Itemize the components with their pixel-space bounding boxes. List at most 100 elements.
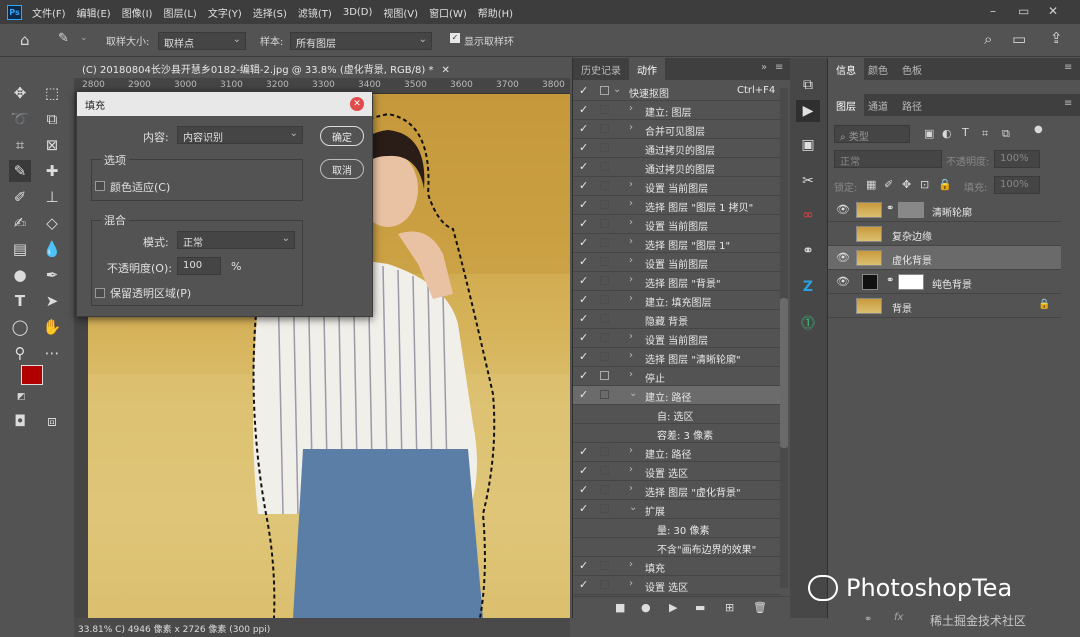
marquee-tool-icon[interactable]: ⬚	[41, 82, 63, 104]
check-icon[interactable]: ✓	[579, 84, 588, 97]
dialog-toggle-icon[interactable]	[600, 333, 609, 342]
frame-tool-icon[interactable]: ⊠	[41, 134, 63, 156]
action-row[interactable]: ✓ › 设置 当前图层	[573, 215, 781, 234]
delete-icon[interactable]: 🗑	[753, 601, 767, 614]
expand-icon[interactable]: ›	[629, 293, 633, 304]
menu-filter[interactable]: 滤镜(T)	[298, 5, 332, 20]
opacity-input[interactable]: 100%	[994, 150, 1040, 168]
action-row[interactable]: ✓ › 选择 图层 "图层 1"	[573, 234, 781, 253]
dialog-toggle-icon[interactable]	[600, 181, 609, 190]
action-row[interactable]: ✓ 通过拷贝的图层	[573, 158, 781, 177]
action-row[interactable]: ✓ › 设置 当前图层	[573, 177, 781, 196]
actions-play-icon[interactable]: ▶	[796, 100, 820, 122]
check-icon[interactable]: ✓	[579, 179, 588, 192]
action-row[interactable]: 不含"画布边界的效果"	[573, 538, 781, 557]
layer-row[interactable]: 👁 虚化背景	[828, 246, 1061, 270]
action-row[interactable]: ✓ › 建立: 填充图层	[573, 291, 781, 310]
expand-icon[interactable]: ›	[629, 274, 633, 285]
dialog-close-icon[interactable]: ✕	[350, 97, 364, 111]
tab-color[interactable]: 颜色	[868, 62, 888, 77]
dialog-toggle-icon[interactable]	[600, 276, 609, 285]
link-plugin-icon[interactable]: ⚭	[796, 240, 820, 262]
dialog-toggle-icon[interactable]	[600, 143, 609, 152]
check-icon[interactable]: ✓	[579, 559, 588, 572]
lasso-tool-icon[interactable]: ➰	[9, 108, 31, 130]
check-icon[interactable]: ✓	[579, 141, 588, 154]
mask-link-icon[interactable]: ⚭	[886, 275, 894, 286]
path-select-icon[interactable]: ➤	[41, 290, 63, 312]
gradient-tool-icon[interactable]: ▤	[9, 238, 31, 260]
dialog-toggle-icon[interactable]	[600, 580, 609, 589]
expand-icon[interactable]: ›	[629, 464, 633, 475]
menu-edit[interactable]: 编辑(E)	[77, 5, 111, 20]
lock-transparent-icon[interactable]: ▦	[866, 178, 876, 191]
action-row[interactable]: ✓ ⌄ 扩展	[573, 500, 781, 519]
check-icon[interactable]: ✓	[579, 198, 588, 211]
check-icon[interactable]: ✓	[579, 274, 588, 287]
layer-mask-thumbnail[interactable]	[898, 202, 924, 218]
healing-brush-icon[interactable]: ✚	[41, 160, 63, 182]
action-row[interactable]: ✓ › 停止	[573, 367, 781, 386]
menu-layer[interactable]: 图层(L)	[163, 5, 196, 20]
tool-preset-chevron-icon[interactable]: ⌄	[80, 33, 88, 43]
expand-icon[interactable]: ›	[629, 369, 633, 380]
check-icon[interactable]: ✓	[579, 369, 588, 382]
expand-icon[interactable]: ›	[629, 255, 633, 266]
visibility-eye-icon[interactable]: 👁	[836, 275, 850, 288]
dialog-toggle-icon[interactable]	[600, 105, 609, 114]
expanded-icon[interactable]: ⌄	[629, 502, 637, 513]
tab-paths[interactable]: 路径	[902, 98, 922, 113]
swirl-plugin-icon[interactable]: ∞	[796, 204, 820, 226]
filter-shape-icon[interactable]: ⌗	[982, 127, 988, 141]
action-row[interactable]: ✓ › 建立: 图层	[573, 101, 781, 120]
type-tool-icon[interactable]: T	[9, 290, 31, 312]
check-icon[interactable]: ✓	[579, 331, 588, 344]
action-row[interactable]: ✓ › 建立: 路径	[573, 443, 781, 462]
eraser-tool-icon[interactable]: ◇	[41, 212, 63, 234]
dialog-toggle-icon[interactable]	[600, 200, 609, 209]
action-row[interactable]: ✓ › 选择 图层 "虚化背景"	[573, 481, 781, 500]
minimize-icon[interactable]: –	[990, 4, 996, 18]
dialog-toggle-icon[interactable]	[600, 162, 609, 171]
workspace-icon[interactable]: ▭	[1012, 30, 1026, 48]
zoom-tool-icon[interactable]: ⚲	[9, 342, 31, 364]
eyedropper-tool-icon[interactable]: ✎	[9, 160, 31, 182]
dialog-toggle-icon[interactable]	[600, 371, 609, 380]
fill-input[interactable]: 100%	[994, 176, 1040, 194]
expand-icon[interactable]: ›	[629, 331, 633, 342]
fx-icon[interactable]: fx	[894, 612, 903, 623]
action-row[interactable]: ✓ › 选择 图层 "图层 1 拷贝"	[573, 196, 781, 215]
close-icon[interactable]: ✕	[1048, 4, 1058, 18]
check-icon[interactable]: ✓	[579, 445, 588, 458]
menu-help[interactable]: 帮助(H)	[478, 5, 513, 20]
check-icon[interactable]: ✓	[579, 122, 588, 135]
visibility-eye-icon[interactable]: 👁	[836, 251, 850, 264]
new-set-icon[interactable]: ▬	[695, 601, 705, 614]
dialog-toggle-icon[interactable]	[600, 219, 609, 228]
tab-swatches[interactable]: 色板	[902, 62, 922, 77]
eyedropper-tool-icon[interactable]: ✎	[58, 31, 69, 46]
lock-artboard-icon[interactable]: ⊡	[920, 178, 929, 191]
screen-mode-icon[interactable]: ⧈	[41, 410, 63, 432]
dialog-toggle-icon[interactable]	[600, 485, 609, 494]
hand-tool-icon[interactable]: ✋	[41, 316, 63, 338]
expand-icon[interactable]: ›	[629, 198, 633, 209]
action-row[interactable]: ✓ › 设置 选区	[573, 462, 781, 481]
cancel-button[interactable]: 取消	[320, 159, 364, 179]
ok-button[interactable]: 确定	[320, 126, 364, 146]
expand-icon[interactable]: ›	[629, 122, 633, 133]
action-row[interactable]: 量: 30 像素	[573, 519, 781, 538]
menu-type[interactable]: 文字(Y)	[208, 5, 242, 20]
ellipse-tool-icon[interactable]: ◯	[9, 316, 31, 338]
layer-row[interactable]: 👁 ⚭ 纯色背景	[828, 270, 1061, 294]
dialog-toggle-icon[interactable]	[600, 124, 609, 133]
expand-icon[interactable]: ›	[629, 217, 633, 228]
menu-select[interactable]: 选择(S)	[253, 5, 287, 20]
layer-row[interactable]: 复杂边缘	[828, 222, 1061, 246]
expand-icon[interactable]: ›	[629, 483, 633, 494]
check-icon[interactable]: ✓	[579, 160, 588, 173]
action-row[interactable]: ✓ › 填充	[573, 557, 781, 576]
action-row[interactable]: ✓ 通过拷贝的图层	[573, 139, 781, 158]
check-icon[interactable]: ✓	[579, 350, 588, 363]
filter-type-icon[interactable]: T	[962, 126, 969, 139]
